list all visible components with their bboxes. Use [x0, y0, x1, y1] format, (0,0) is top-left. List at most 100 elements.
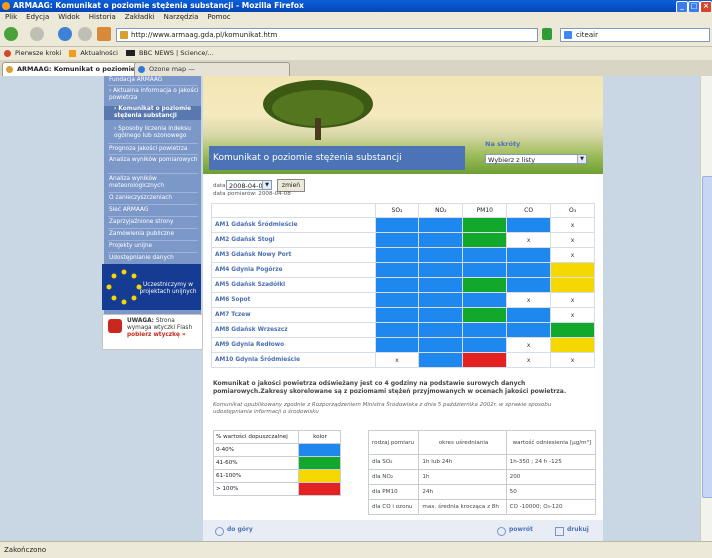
print-link[interactable]: drukuj — [567, 526, 589, 533]
bookmark-item[interactable]: Pierwsze kroki — [15, 49, 61, 57]
ref-cell: 50 — [505, 484, 597, 500]
shortcut-label: Na skróty — [485, 140, 521, 148]
station-link[interactable]: AM4 Gdynia Pogórze — [211, 262, 376, 278]
back-link[interactable]: powrót — [509, 526, 533, 533]
ref-row: dla SO₂ 1h lub 24h 1h-350 ; 24 h -125 — [367, 454, 597, 470]
table-row: AM4 Gdynia Pogórze — [211, 262, 595, 278]
sidebar-item-siec[interactable]: Sieć ARMAAG — [104, 207, 201, 214]
divider — [108, 154, 198, 155]
menu-plik[interactable]: Plik — [5, 13, 17, 21]
flash-notice: UWAGA: Strona wymaga wtyczki Flash pobie… — [102, 314, 203, 350]
column-header: NO₂ — [418, 203, 464, 218]
sidebar-item-komunikat[interactable]: › Komunikat o poziomie stężenia substanc… — [104, 106, 201, 120]
level-cell-yellow — [550, 337, 595, 353]
station-link[interactable]: AM9 Gdynia Redłowo — [211, 337, 376, 353]
table-row: AM3 Gdańsk Nowy Port x — [211, 247, 595, 263]
search-input[interactable]: citeair — [560, 28, 710, 42]
level-cell-blue — [506, 322, 552, 338]
ref-cell: 1h lub 24h — [418, 454, 507, 470]
back-arrow-icon[interactable] — [4, 27, 18, 41]
sidebar-item-fundacja[interactable]: Fundacja ARMAAG — [104, 77, 201, 84]
status-text: Zakończono — [4, 546, 47, 554]
sidebar-item-analiza-pomiarowych[interactable]: Analiza wyników pomiarowych — [104, 157, 201, 164]
sidebar-item-analiza-meteo[interactable]: Analiza wyników meteorologicznych — [104, 176, 201, 190]
tab-bar: ARMAAG: Komunikat o poziomie ... × Ozone… — [0, 60, 712, 77]
no-data-cell: x — [550, 217, 595, 233]
chevron-down-icon: ▼ — [577, 155, 586, 163]
sidebar-item-udostepnianie[interactable]: Udostępnianie danych — [104, 255, 201, 262]
window-title: ARMAAG: Komunikat o poziomie stężenia su… — [13, 1, 304, 10]
level-cell-blue — [462, 292, 508, 308]
measurement-date: data pomiarów: 2008-04-08 — [213, 191, 291, 197]
station-link[interactable]: AM10 Gdynia Śródmieście — [211, 352, 376, 368]
bookmarks-toolbar: Pierwsze kroki Aktualności BBC NEWS | Sc… — [0, 47, 712, 60]
divider — [108, 228, 198, 229]
legal-note: Komunikat opublikowany zgodnie z Rozporz… — [213, 402, 552, 415]
date-select[interactable]: 2008-04-08 ▼ — [226, 180, 272, 190]
station-link[interactable]: AM6 Sopot — [211, 292, 376, 308]
sidebar-item-zanieczyszczenia[interactable]: O zanieczyszczeniach — [104, 195, 201, 202]
tab-ozone-map[interactable]: Ozone map — — [134, 62, 290, 76]
station-link[interactable]: AM3 Gdańsk Nowy Port — [211, 247, 376, 263]
ref-header: rodzaj pomiaru — [367, 430, 420, 455]
sidebar-item-zaprzyjaznione[interactable]: Zaprzyjaźnione strony — [104, 219, 201, 226]
station-link[interactable]: AM5 Gdańsk Szadółki — [211, 277, 376, 293]
flash-download-link[interactable]: pobierz wtyczkę » — [127, 332, 186, 338]
site-favicon — [6, 66, 13, 73]
menu-widok[interactable]: Widok — [58, 13, 80, 21]
vertical-scrollbar[interactable] — [700, 76, 712, 541]
ref-cell: dla SO₂ — [367, 454, 420, 470]
reload-icon[interactable] — [58, 27, 72, 41]
eu-projects-banner[interactable]: Uczestniczymy w projektach unijnych — [102, 264, 201, 310]
sidebar-item-aktualna[interactable]: › Aktualna informacja o jakości powietrz… — [104, 88, 201, 102]
shortcut-select-value: Wybierz z listy — [488, 156, 536, 164]
go-arrow-icon[interactable] — [542, 28, 552, 40]
divider — [108, 252, 198, 253]
sidebar-item-prognoza[interactable]: Prognoza jakości powietrza — [104, 146, 201, 153]
scrollbar-thumb[interactable] — [702, 176, 712, 498]
menu-narzedzia[interactable]: Narzędzia — [164, 13, 199, 21]
no-data-cell: x — [550, 292, 595, 308]
sidebar-item-sposoby[interactable]: › Sposoby liczenia indeksu ogólnego lub … — [104, 126, 201, 140]
search-engine-icon[interactable] — [564, 31, 572, 39]
divider — [108, 216, 198, 217]
tab-armaag[interactable]: ARMAAG: Komunikat o poziomie ... × — [2, 62, 146, 76]
forward-arrow-icon[interactable] — [30, 27, 44, 41]
reference-values-table: rodzaj pomiaru okres uśredniania wartość… — [367, 430, 597, 515]
station-link[interactable]: AM8 Gdańsk Wrzeszcz — [211, 322, 376, 338]
sidebar-item-zamowienia[interactable]: Zamówienia publiczne — [104, 231, 201, 238]
divider — [108, 143, 198, 144]
no-data-cell: x — [506, 337, 552, 353]
page-footer: do góry powrót drukuj — [203, 520, 603, 541]
bookmark-item[interactable]: BBC NEWS | Science/... — [139, 49, 214, 57]
legend-color-swatch — [298, 482, 341, 496]
flash-icon — [108, 319, 122, 333]
bookmark-item[interactable]: Aktualności — [80, 49, 118, 57]
menu-pomoc[interactable]: Pomoc — [207, 13, 230, 21]
menu-edycja[interactable]: Edycja — [26, 13, 49, 21]
back-to-top-link[interactable]: do góry — [227, 526, 253, 533]
column-header: CO — [506, 203, 552, 218]
shortcut-select[interactable]: Wybierz z listy ▼ — [485, 154, 587, 164]
station-link[interactable]: AM7 Tczew — [211, 307, 376, 323]
sidebar-item-projekty[interactable]: Projekty unijne — [104, 243, 201, 250]
bbc-icon — [125, 50, 135, 56]
legend-row: 0-40% — [213, 443, 341, 457]
home-icon[interactable] — [97, 27, 111, 41]
menu-zakladki[interactable]: Zakładki — [125, 13, 155, 21]
site-favicon — [120, 31, 128, 39]
column-header: PM10 — [462, 203, 508, 218]
ref-row: dla NO₂ 1h 200 — [367, 469, 597, 485]
station-link[interactable]: AM2 Gdańsk Stogi — [211, 232, 376, 248]
menu-bar: Plik Edycja Widok Historia Zakładki Narzędzia… — [0, 12, 712, 23]
page-title: Komunikat o poziomie stężenia substancji — [209, 146, 465, 170]
station-link[interactable]: AM1 Gdańsk Śródmieście — [211, 217, 376, 233]
menu-historia[interactable]: Historia — [89, 13, 116, 21]
divider — [108, 192, 198, 193]
print-icon — [555, 527, 564, 536]
no-data-cell: x — [550, 307, 595, 323]
level-cell-blue — [374, 292, 420, 308]
ref-cell: max. średnia krocząca z 8h — [418, 499, 507, 515]
stop-icon[interactable] — [78, 27, 92, 41]
url-input[interactable]: http://www.armaag.gda.pl/komunikat.htm — [116, 28, 538, 42]
